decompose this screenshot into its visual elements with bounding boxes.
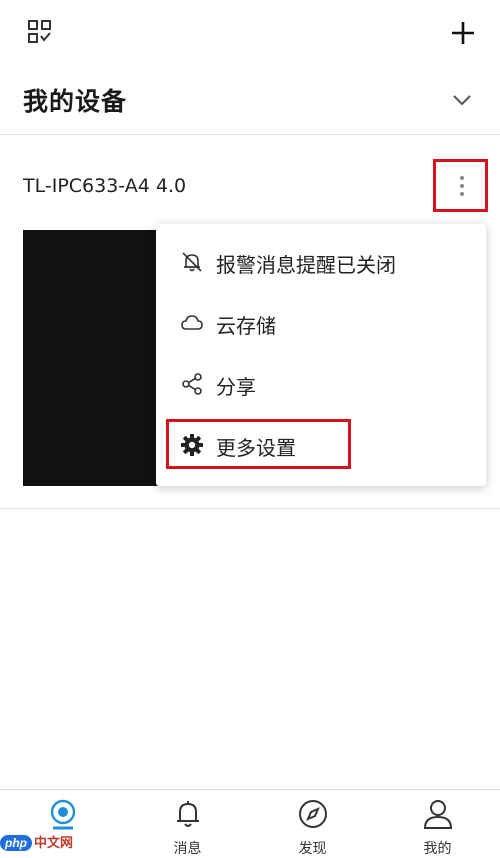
menu-item-cloud-storage[interactable]: 云存储 (156, 293, 486, 353)
compass-icon (298, 800, 327, 828)
tab-messages[interactable]: 消息 (125, 790, 250, 858)
menu-item-label: 报警消息提醒已关闭 (216, 253, 396, 277)
divider (0, 134, 500, 135)
share-icon (182, 373, 202, 395)
bell-icon (176, 801, 199, 827)
tab-label: 我的 (423, 841, 452, 857)
cloud-icon (181, 315, 203, 330)
menu-item-label: 分享 (216, 375, 256, 399)
top-bar (0, 0, 500, 66)
menu-item-label: 云存储 (216, 314, 276, 338)
tab-me[interactable]: 我的 (375, 790, 500, 858)
camera-icon (50, 799, 75, 830)
tab-discover[interactable]: 发现 (250, 790, 375, 858)
person-icon (423, 800, 452, 829)
camera-preview[interactable] (23, 230, 163, 486)
watermark-cn: 中文网 (34, 835, 74, 850)
watermark-php: php (0, 835, 32, 851)
bell-off-icon (182, 252, 202, 272)
more-vertical-icon (460, 176, 464, 200)
page-title: 我的设备 (23, 87, 128, 116)
tab-label: 消息 (173, 841, 202, 857)
watermark-logo: php 中文网 (0, 832, 73, 852)
more-options-button[interactable] (433, 159, 488, 212)
grid-menu-icon[interactable] (27, 19, 53, 45)
device-name: TL-IPC633-A4 4.0 (23, 175, 187, 197)
add-device-icon[interactable] (450, 20, 476, 46)
menu-item-alarm[interactable]: 报警消息提醒已关闭 (156, 232, 486, 292)
bottom-tab-bar: 消息 发现 我的 (0, 789, 500, 858)
highlight-box (166, 419, 351, 469)
divider (0, 508, 500, 509)
menu-item-share[interactable]: 分享 (156, 354, 486, 414)
chevron-down-icon[interactable] (451, 89, 473, 111)
tab-label: 发现 (298, 841, 327, 857)
